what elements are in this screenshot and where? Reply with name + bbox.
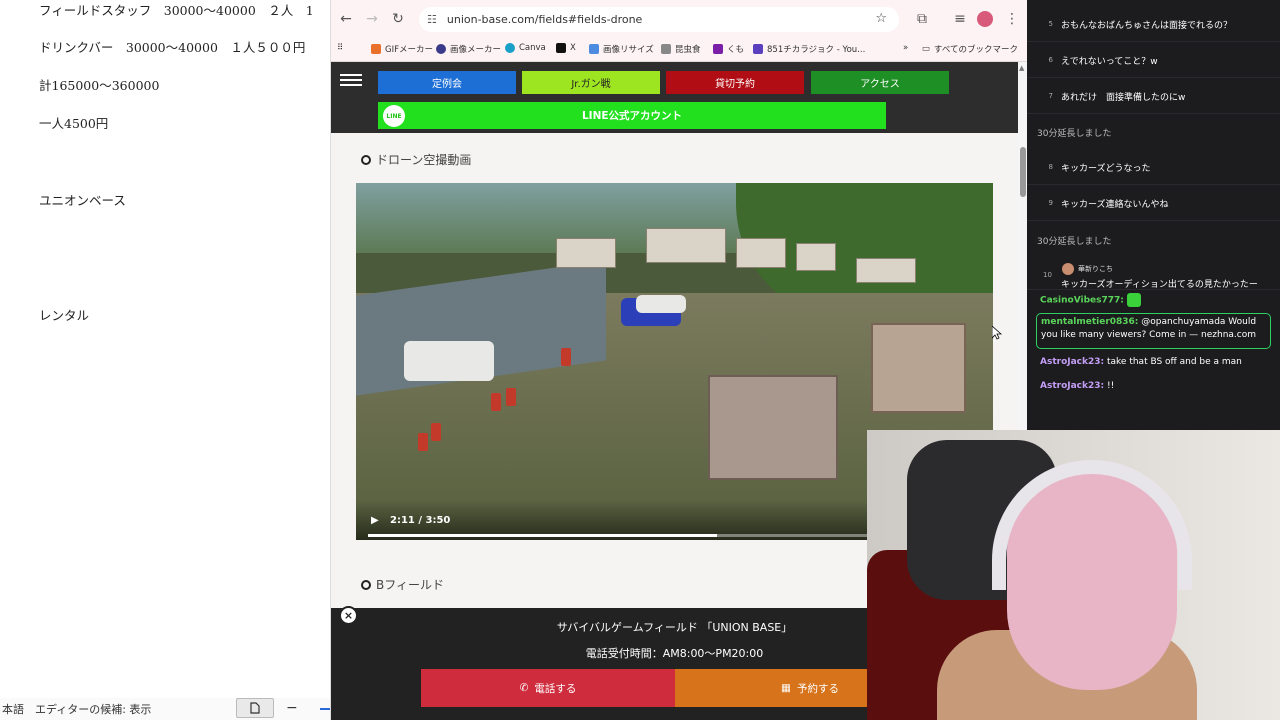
nav-jr-gun[interactable]: Jr.ガン戦 <box>522 71 660 94</box>
line-logo-icon: LINE <box>383 105 405 127</box>
highlighted-chat-message: mentalmetier0836: @opanchuyamada Would y… <box>1036 313 1271 349</box>
nav-teireikai[interactable]: 定例会 <box>378 71 516 94</box>
chat-message: CasinoVibes777: <box>1040 293 1141 308</box>
emote-icon <box>1126 293 1141 307</box>
bookmark-item[interactable]: GIFメーカー <box>371 43 433 55</box>
phone-icon: ✆ <box>519 682 529 694</box>
doc-line: 一人4500円 <box>39 116 109 131</box>
question-row: 5 おもんなおばんちゅさんは面接でれるの？ <box>1027 7 1280 42</box>
menu-icon[interactable]: ⋮ <box>1003 10 1021 28</box>
browser-toolbar: ← → ↻ ☷ union-base.com/fields#fields-dro… <box>331 0 1027 38</box>
bookmark-item[interactable]: 昆虫食 <box>661 43 701 55</box>
page-view-button[interactable] <box>236 698 274 718</box>
profile-avatar[interactable] <box>977 11 993 27</box>
video-time: 2:11 / 3:50 <box>390 515 451 526</box>
nav-reservation[interactable]: 貸切予約 <box>666 71 804 94</box>
extensions-icon[interactable]: ⧉ <box>913 10 931 28</box>
bookmark-item[interactable]: 画像メーカー <box>436 43 501 55</box>
calendar-icon: ▦ <box>781 682 791 694</box>
more-bookmarks-icon[interactable]: » <box>903 43 908 53</box>
reload-icon[interactable]: ↻ <box>389 10 407 28</box>
bookmark-star-icon[interactable]: ☆ <box>875 11 887 26</box>
bookmark-item[interactable]: くも <box>713 43 744 55</box>
site-info-icon[interactable]: ☷ <box>427 13 437 26</box>
apps-icon[interactable]: ⠿ <box>337 43 343 53</box>
bookmark-item[interactable]: 851チカラジョク - You... <box>753 43 865 55</box>
forward-icon[interactable]: → <box>363 10 381 28</box>
circle-bullet-icon <box>361 154 371 165</box>
stream-chat-panel: 5 おもんなおばんちゅさんは面接でれるの？ 6 えでれないってこと？w 7 あれだけ … <box>1027 0 1280 430</box>
doc-line: ドリンクバー 30000〜40000 １人５００円 <box>39 40 306 55</box>
play-icon[interactable]: ▶ <box>371 515 379 526</box>
webcam-overlay <box>867 430 1280 720</box>
question-author: 華新りこち <box>1078 265 1113 273</box>
editor-status-bar: 本語 エディターの候補: 表示 − <box>0 698 330 720</box>
circle-bullet-icon <box>361 579 371 590</box>
section-heading-drone: ドローン空撮動画 <box>361 151 471 168</box>
bookmark-item[interactable]: 画像リサイズ <box>589 43 654 55</box>
section-heading-b-field: Bフィールド <box>361 576 444 593</box>
zoom-slider[interactable] <box>320 708 330 710</box>
folder-icon: ▭ <box>921 44 930 54</box>
question-row: 9 キッカーズ連絡ないんやね <box>1027 186 1280 221</box>
media-control-icon[interactable]: ≡ <box>951 10 969 28</box>
site-header: 定例会 Jr.ガン戦 貸切予約 アクセス LINE LINE公式アカウント <box>331 62 1018 133</box>
line-official-account-button[interactable]: LINE LINE公式アカウント <box>378 102 886 129</box>
ime-status-text: 本語 エディターの候補: 表示 <box>2 703 152 716</box>
hamburger-menu-icon[interactable] <box>340 71 362 89</box>
avatar <box>1062 263 1074 275</box>
zoom-out-button[interactable]: − <box>286 700 298 716</box>
bookmark-item[interactable]: Canva <box>505 43 546 53</box>
scroll-up-icon[interactable]: ▲ <box>1019 64 1024 72</box>
question-row: 8 キッカーズどうなった <box>1027 150 1280 185</box>
extension-note: 30分延長しました <box>1037 129 1112 139</box>
nav-access[interactable]: アクセス <box>811 71 949 94</box>
doc-line: ユニオンベース <box>39 193 126 208</box>
desktop-screen: フィールドスタッフ 30000〜40000 ２人 1 ドリンクバー 30000〜… <box>0 0 1280 720</box>
doc-line: 計165000〜360000 <box>39 78 160 93</box>
bookmarks-bar: ⠿ GIFメーカー 画像メーカー Canva X 画像リサイズ 昆虫食 くも 8… <box>331 38 1027 62</box>
question-row: 6 えでれないってこと？w <box>1027 43 1280 78</box>
call-button[interactable]: ✆ 電話する <box>421 669 675 707</box>
page-icon <box>250 702 260 714</box>
chat-message: AstroJack23: take that BS off and be a m… <box>1040 357 1242 367</box>
doc-line: レンタル <box>39 308 90 323</box>
url-text[interactable]: union-base.com/fields#fields-drone <box>447 13 642 26</box>
back-icon[interactable]: ← <box>337 10 355 28</box>
extension-note: 30分延長しました <box>1037 237 1112 247</box>
scrollbar-thumb[interactable] <box>1020 147 1026 197</box>
question-row: 華新りこち 10 キッカーズオーディション出てるの見たかったー <box>1027 255 1280 290</box>
address-bar[interactable]: ☷ union-base.com/fields#fields-drone ☆ <box>419 7 899 32</box>
document-editor: フィールドスタッフ 30000〜40000 ２人 1 ドリンクバー 30000〜… <box>0 0 330 720</box>
bookmark-item[interactable]: X <box>556 43 576 53</box>
question-row: 7 あれだけ 面接準備したのにw <box>1027 79 1280 114</box>
mouse-cursor-icon <box>992 326 1002 340</box>
video-progress-fill <box>368 534 718 537</box>
doc-line: フィールドスタッフ 30000〜40000 ２人 1 <box>39 3 314 18</box>
all-bookmarks-folder[interactable]: ▭ すべてのブックマーク <box>922 43 1018 55</box>
chat-message: AstroJack23: !! <box>1040 381 1115 391</box>
